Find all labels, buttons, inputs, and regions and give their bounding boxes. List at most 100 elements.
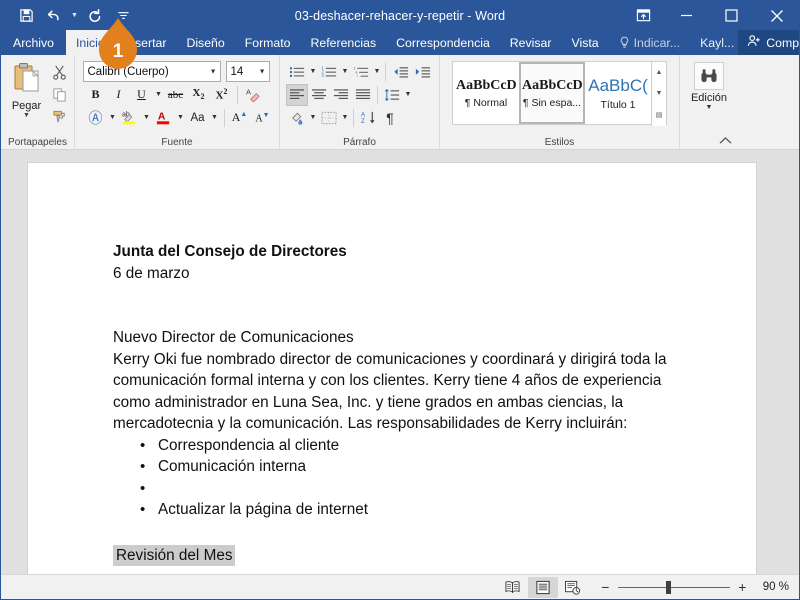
selected-text: Revisión del Mes [113,544,236,566]
account-name[interactable]: Kayl... [690,30,738,55]
align-right-button[interactable] [330,84,352,106]
tab-referencias[interactable]: Referencias [301,30,387,55]
tab-diseno[interactable]: Diseño [176,30,234,55]
document-page[interactable]: Junta del Consejo de Directores 6 de mar… [27,162,757,582]
multilevel-caret-icon[interactable]: ▼ [372,68,382,75]
ribbon-group-styles: AaBbCcDc ¶ Normal AaBbCcDc ¶ Sin espa...… [440,55,680,150]
justify-button[interactable] [352,84,374,106]
styles-more-icon[interactable]: ▤ [652,105,666,126]
tab-insertar[interactable]: Insertar [115,30,177,55]
tab-vista[interactable]: Vista [561,30,608,55]
tab-correspondencia[interactable]: Correspondencia [386,30,500,55]
text-effects-caret-icon[interactable]: ▼ [108,114,118,121]
show-marks-button[interactable]: ¶ [379,107,401,129]
align-center-button[interactable] [308,84,330,106]
svg-text:Z: Z [361,118,365,125]
change-case-button[interactable]: Aa [187,107,209,129]
tab-revisar[interactable]: Revisar [500,30,562,55]
text-effects-button[interactable]: Ⓐ [85,107,107,129]
shading-caret-icon[interactable]: ▼ [308,114,318,121]
paste-icon [12,62,42,99]
ribbon-display-options-icon[interactable] [622,1,664,30]
borders-button[interactable] [318,107,340,129]
line-spacing-caret-icon[interactable]: ▼ [403,91,413,98]
style-item-titulo-1[interactable]: AaBbC( Título 1 [585,62,651,124]
web-layout-view-button[interactable] [558,577,588,598]
ribbon-tab-strip: Archivo Inicio Insertar Diseño Formato R… [1,30,799,55]
font-size-caret-icon[interactable]: ▼ [259,68,266,75]
format-painter-icon[interactable] [49,106,71,127]
undo-icon[interactable] [41,4,67,28]
tab-formato[interactable]: Formato [235,30,301,55]
font-color-caret-icon[interactable]: ▼ [176,114,186,121]
maximize-icon[interactable] [709,1,754,30]
bold-button[interactable]: B [85,84,107,106]
font-separator-2 [223,108,225,127]
italic-button[interactable]: I [108,84,130,106]
font-name-combobox[interactable]: Calibri (Cuerpo) ▼ [82,61,221,82]
align-left-button[interactable] [286,83,308,106]
cut-icon[interactable] [49,62,71,83]
collapse-ribbon-icon[interactable] [719,136,732,148]
document-body[interactable]: Junta del Consejo de Directores 6 de mar… [28,163,756,566]
text-highlight-button[interactable]: ab [119,107,141,129]
multilevel-list-button[interactable]: 1 a i [350,61,372,83]
shrink-font-button[interactable]: A▼ [252,107,274,129]
binoculars-icon[interactable] [693,62,724,90]
zoom-out-button[interactable]: − [600,579,611,595]
share-button[interactable]: Compartir [738,30,799,55]
print-layout-view-button[interactable] [527,576,558,598]
style-item-sin-espaciado[interactable]: AaBbCcDc ¶ Sin espa... [519,62,585,124]
increase-indent-button[interactable] [411,61,433,83]
ribbon-group-clipboard: Pegar ▼ Portapapeles [1,55,75,150]
subscript-button[interactable]: X2 [188,84,210,106]
bullets-caret-icon[interactable]: ▼ [308,68,318,75]
decrease-indent-button[interactable] [389,61,411,83]
font-color-button[interactable]: A [153,107,175,129]
style-preview-sin-espaciado: AaBbCcDc [522,77,582,93]
styles-scroll-down-icon[interactable]: ▼ [652,83,666,104]
redo-icon[interactable] [82,4,108,28]
style-item-normal[interactable]: AaBbCcDc ¶ Normal [453,62,519,124]
tab-inicio[interactable]: Inicio [66,30,115,55]
paste-label: Pegar [11,100,42,112]
save-icon[interactable] [13,4,39,28]
change-case-caret-icon[interactable]: ▼ [210,114,220,121]
sort-button[interactable]: A Z [357,107,379,129]
styles-gallery-scroll[interactable]: ▲ ▼ ▤ [651,62,666,126]
grow-font-button[interactable]: A▲ [229,107,251,129]
zoom-in-button[interactable]: + [737,579,748,595]
underline-caret-icon[interactable]: ▼ [154,91,164,98]
customize-qat-icon[interactable] [110,4,136,28]
strikethrough-button[interactable]: abc [165,84,187,106]
svg-text:i: i [357,74,358,78]
highlight-caret-icon[interactable]: ▼ [142,114,152,121]
borders-caret-icon[interactable]: ▼ [340,114,350,121]
styles-scroll-up-icon[interactable]: ▲ [652,62,666,83]
tell-me-box[interactable]: Indicar... [609,30,690,55]
document-workspace: Junta del Consejo de Directores 6 de mar… [1,150,799,582]
zoom-slider-thumb[interactable] [665,580,671,594]
tab-archivo[interactable]: Archivo [1,30,66,55]
ribbon-group-paragraph: ▼ 1 2 3 ▼ 1 a i ▼ ▼ ▼ ▼ A Z ¶ Párrafo [280,55,440,150]
document-section-title: Nuevo Director de Comunicaciones [113,329,354,346]
paste-dropdown-caret-icon[interactable]: ▼ [23,112,30,119]
editing-caret-icon[interactable]: ▼ [706,104,713,111]
font-name-caret-icon[interactable]: ▼ [210,68,217,75]
numbering-caret-icon[interactable]: ▼ [340,68,350,75]
underline-button[interactable]: U [131,84,153,106]
copy-icon[interactable] [49,84,71,105]
font-size-combobox[interactable]: 14 ▼ [225,61,270,82]
close-icon[interactable] [754,1,799,30]
shading-button[interactable] [286,107,308,129]
line-spacing-button[interactable] [381,84,403,106]
minimize-icon[interactable] [664,1,709,30]
zoom-slider[interactable] [617,580,730,594]
clear-formatting-button[interactable]: A [242,84,264,106]
superscript-button[interactable]: X2 [211,84,233,106]
paste-button[interactable]: Pegar ▼ [5,60,49,127]
undo-dropdown-caret-icon[interactable]: ▼ [69,4,80,28]
bullets-button[interactable] [286,61,308,83]
numbering-button[interactable]: 1 2 3 [318,61,340,83]
read-mode-view-button[interactable] [498,577,528,598]
